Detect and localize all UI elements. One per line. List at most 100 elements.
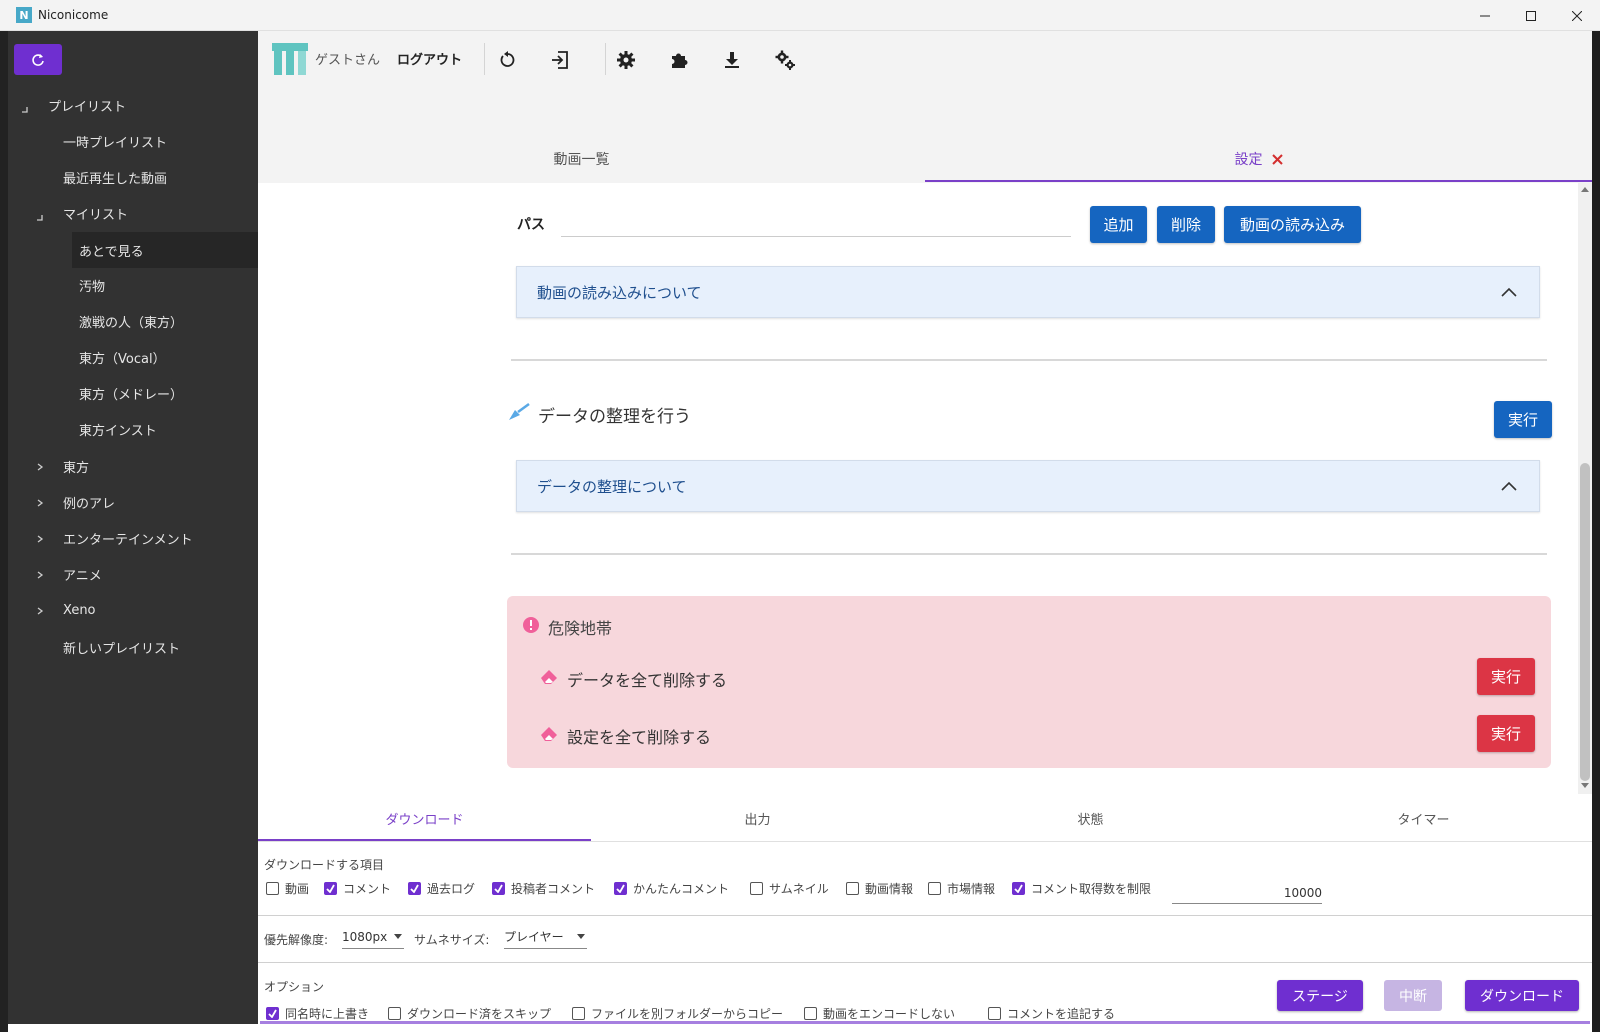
expanded-arrow-icon[interactable] <box>35 213 45 223</box>
sidebar-item-entertainment[interactable]: エンターテインメント <box>63 520 258 556</box>
bottom-tab-indicator <box>258 839 591 841</box>
sidebar-item-touhou-inst[interactable]: 東方インスト <box>79 411 258 447</box>
download-tool-button[interactable] <box>721 49 743 71</box>
checkbox-market-info[interactable]: 市場情報 <box>928 880 995 897</box>
sidebar-item-temp-playlist[interactable]: 一時プレイリスト <box>63 123 258 159</box>
resolution-label: 優先解像度: <box>264 933 329 947</box>
load-info-accordion[interactable]: 動画の読み込みについて <box>516 266 1540 318</box>
close-tab-icon[interactable] <box>1271 153 1283 165</box>
checkbox-thumbnail[interactable]: サムネイル <box>750 880 829 897</box>
checkbox-owner-comment[interactable]: 投稿者コメント <box>492 880 595 897</box>
sidebar-item-new-playlist[interactable]: 新しいプレイリスト <box>63 629 258 665</box>
danger-zone: 危険地帯 データを全て削除する 実行 設定を全て削除する 実行 <box>507 596 1551 768</box>
sidebar-item-filth[interactable]: 汚物 <box>79 267 258 303</box>
checkbox-overwrite[interactable]: 同名時に上書き <box>266 1005 369 1022</box>
sidebar-item-touhou[interactable]: 東方 <box>63 448 258 484</box>
sidebar-item-playlist[interactable]: プレイリスト <box>48 87 258 123</box>
comment-limit-input[interactable]: 10000 <box>1172 878 1322 904</box>
sidebar-item-recent[interactable]: 最近再生した動画 <box>63 159 258 195</box>
checkbox-skip-downloaded[interactable]: ダウンロード済をスキップ <box>388 1005 551 1022</box>
path-label: パス <box>517 217 545 233</box>
checkbox-video-info[interactable]: 動画情報 <box>846 880 913 897</box>
collapsed-arrow-icon[interactable] <box>35 570 45 580</box>
bottom-tabs: ダウンロード 出力 状態 タイマー <box>258 794 1592 842</box>
gear-icon <box>617 51 635 69</box>
load-videos-button[interactable]: 動画の読み込み <box>1224 206 1361 243</box>
sidebar-item-touhou-vocal[interactable]: 東方（Vocal） <box>79 339 258 375</box>
danger-zone-title: 危険地帯 <box>548 619 613 638</box>
sidebar-item-mylist[interactable]: マイリスト <box>63 195 258 231</box>
checkbox-append-comment[interactable]: コメントを追記する <box>988 1005 1115 1022</box>
toolbar-separator <box>484 43 485 75</box>
delete-all-settings-label: 設定を全て削除する <box>567 728 712 747</box>
tab-download[interactable]: ダウンロード <box>258 794 591 842</box>
addons-button[interactable] <box>668 49 690 71</box>
scroll-up-icon[interactable] <box>1581 186 1589 192</box>
checkbox-copy-from-folder[interactable]: ファイルを別フォルダーからコピー <box>572 1005 783 1022</box>
scroll-down-icon[interactable] <box>1581 783 1589 789</box>
restart-button[interactable] <box>497 49 519 71</box>
delete-path-button[interactable]: 削除 <box>1157 206 1215 243</box>
restart-icon <box>500 51 515 67</box>
checkbox-video[interactable]: 動画 <box>266 880 309 897</box>
panel-divider <box>258 962 1592 963</box>
background-strip <box>0 31 8 1032</box>
thumb-size-select[interactable]: プレイヤー <box>504 925 587 949</box>
checkbox-past-log[interactable]: 過去ログ <box>408 880 475 897</box>
check-icon <box>268 1009 277 1018</box>
sidebar-item-xeno[interactable]: Xeno <box>63 592 258 628</box>
close-window-button[interactable] <box>1554 0 1600 31</box>
sidebar-item-anime[interactable]: アニメ <box>63 556 258 592</box>
tab-video-list[interactable]: 動画一覧 <box>258 137 905 181</box>
settings-button[interactable] <box>615 49 637 71</box>
playlist-sidebar: プレイリスト 一時プレイリスト 最近再生した動画 マイリスト あとで見る 汚物 … <box>8 31 258 1024</box>
tab-timer[interactable]: タイマー <box>1257 794 1590 842</box>
sidebar-item-reinoare[interactable]: 例のアレ <box>63 484 258 520</box>
check-icon <box>616 884 625 893</box>
download-button[interactable]: ダウンロード <box>1465 980 1579 1011</box>
delete-all-data-label: データを全て削除する <box>567 671 728 690</box>
stage-button[interactable]: ステージ <box>1277 980 1363 1011</box>
resolution-select[interactable]: 1080px <box>342 925 404 949</box>
tab-status[interactable]: 状態 <box>924 794 1257 842</box>
import-button[interactable] <box>549 49 571 71</box>
logout-button[interactable]: ログアウト <box>397 49 462 68</box>
cleanup-title: データの整理を行う <box>538 407 691 427</box>
sidebar-item-watch-later[interactable]: あとで見る <box>72 232 258 268</box>
tab-output[interactable]: 出力 <box>591 794 924 842</box>
collapsed-arrow-icon[interactable] <box>35 462 45 472</box>
expanded-arrow-icon[interactable] <box>20 105 30 115</box>
eraser-icon <box>541 727 557 741</box>
cleanup-run-button[interactable]: 実行 <box>1494 401 1552 438</box>
section-divider <box>511 553 1547 555</box>
sidebar-item-gekisen[interactable]: 激戦の人（東方） <box>79 303 258 339</box>
sidebar-item-touhou-medley[interactable]: 東方（メドレー） <box>79 375 258 411</box>
delete-all-settings-button[interactable]: 実行 <box>1477 715 1535 752</box>
scrollbar-thumb[interactable] <box>1580 463 1590 781</box>
maximize-button[interactable] <box>1508 0 1554 31</box>
path-input[interactable] <box>561 205 1071 237</box>
settings-scrollbar[interactable] <box>1578 183 1592 794</box>
background-strip <box>1592 31 1600 1032</box>
minimize-icon <box>1480 15 1490 16</box>
checkbox-easy-comment[interactable]: かんたんコメント <box>614 880 729 897</box>
add-path-button[interactable]: 追加 <box>1090 206 1147 243</box>
checkbox-limit-comments[interactable]: コメント取得数を制限 <box>1012 880 1151 897</box>
collapsed-arrow-icon[interactable] <box>35 606 45 616</box>
advanced-settings-button[interactable] <box>774 49 796 71</box>
download-icon <box>725 52 739 68</box>
minimize-button[interactable] <box>1462 0 1508 31</box>
collapsed-arrow-icon[interactable] <box>35 498 45 508</box>
thumb-size-label: サムネサイズ: <box>414 933 490 947</box>
delete-all-data-button[interactable]: 実行 <box>1477 658 1535 695</box>
checkbox-no-encode[interactable]: 動画をエンコードしない <box>804 1005 955 1022</box>
puzzle-icon <box>672 53 688 68</box>
collapsed-arrow-icon[interactable] <box>35 534 45 544</box>
cleanup-info-accordion[interactable]: データの整理について <box>516 460 1540 512</box>
refresh-playlists-button[interactable] <box>14 44 62 75</box>
niconicome-logo <box>272 43 308 75</box>
tab-settings[interactable]: 設定 <box>925 137 1592 181</box>
checkbox-comment[interactable]: コメント <box>324 880 391 897</box>
abort-button[interactable]: 中断 <box>1384 980 1442 1011</box>
dropdown-arrow-icon <box>577 934 585 939</box>
